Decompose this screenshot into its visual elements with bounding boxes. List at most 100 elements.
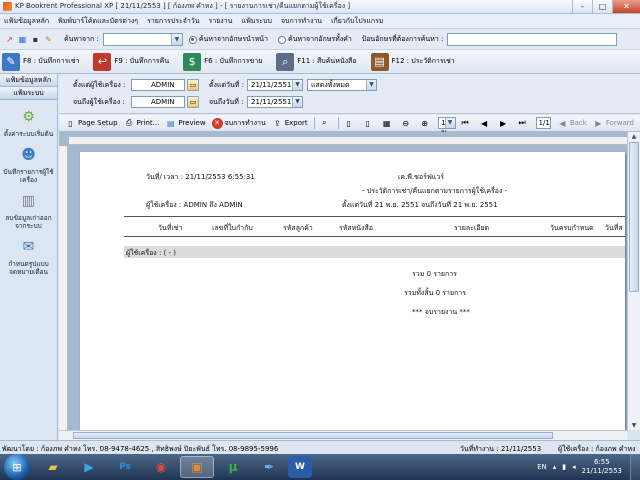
search-input-label: ป้อนอักษรที่ต้องการค้นหา :: [361, 35, 444, 43]
from-date-label: ตั้งแต่วันที่ :: [209, 81, 244, 89]
chevron-down-icon[interactable]: ▼: [444, 118, 455, 128]
printer-icon: ⎙: [125, 118, 133, 127]
sidebar-tab-master[interactable]: แฟ้มข้อมูลหลัก: [0, 74, 57, 87]
menu-exit[interactable]: จบการทำงาน: [281, 16, 322, 27]
chevron-down-icon[interactable]: ▼: [366, 80, 376, 90]
page-number-value: 1/1: [538, 119, 550, 127]
return-icon: ↩: [93, 52, 112, 71]
export-label: Export: [284, 119, 308, 127]
search-field-combo[interactable]: ▼: [102, 33, 183, 46]
hscroll-thumb[interactable]: [73, 432, 553, 439]
taskbar-chrome-icon[interactable]: ◉: [144, 456, 178, 478]
page-number-field[interactable]: 1/1: [535, 117, 551, 129]
f6-sale-button[interactable]: $ F6 : บันทึกการขาย: [183, 52, 262, 71]
sidebar-item-users[interactable]: ☻ บันทึกรายการผู้ใช้เครื่อง: [0, 144, 57, 184]
save-icon[interactable]: ▪: [30, 34, 41, 45]
from-user-field[interactable]: ADMIN: [131, 79, 185, 91]
clock[interactable]: 6:55 21/11/2553: [582, 458, 622, 476]
minimize-button[interactable]: –: [572, 0, 592, 13]
last-page-icon: ⏭: [518, 118, 526, 127]
radio-whole-word[interactable]: [278, 35, 287, 44]
find-button[interactable]: ⌕: [319, 118, 332, 129]
scroll-thumb[interactable]: [629, 142, 639, 292]
two-page-button[interactable]: ▯: [362, 118, 375, 129]
export-button[interactable]: ⇪ Export: [272, 118, 308, 129]
menu-about[interactable]: เกี่ยวกับโปรแกรม: [331, 16, 383, 27]
menu-master-files[interactable]: แฟ้มข้อมูลหลัก: [4, 16, 49, 27]
prev-page-icon: ◀: [480, 118, 488, 128]
taskbar-media-icon[interactable]: ▶: [72, 456, 106, 478]
chevron-down-icon[interactable]: ▼: [292, 97, 302, 107]
horizontal-scrollbar[interactable]: [59, 430, 627, 440]
magnifier-icon: ⌕: [276, 52, 295, 71]
vertical-scrollbar[interactable]: ▲ ▼: [627, 132, 640, 430]
scroll-up-icon[interactable]: ▲: [628, 132, 640, 141]
menu-daily[interactable]: รายการประจำวัน: [147, 16, 199, 27]
folder-icon[interactable]: ▭: [187, 79, 199, 91]
next-page-button[interactable]: ▶: [498, 118, 511, 129]
last-page-button[interactable]: ⏭: [517, 118, 530, 129]
sidebar-item-purge[interactable]: ▥ ลบข้อมูลเก่าออกจากระบบ: [0, 190, 57, 230]
show-desktop-button[interactable]: [630, 454, 640, 480]
page-setup-button[interactable]: ▯ Page Setup: [65, 118, 117, 129]
chevron-down-icon[interactable]: ▼: [170, 34, 182, 45]
folder-icon[interactable]: ▭: [187, 96, 199, 108]
zoom-out-button[interactable]: ⊖: [400, 118, 413, 129]
f9-return-button[interactable]: ↩ F9 : บันทึกการคืน: [93, 52, 169, 71]
rent-icon: ✎: [2, 52, 20, 71]
f8-rent-button[interactable]: ✎ F8 : บันทึกการเช่า: [2, 52, 79, 71]
menu-reports[interactable]: รายงาน: [209, 16, 233, 27]
report-user-range: ผู้ใช้เครื่อง : ADMIN ถึง ADMIN: [146, 201, 243, 209]
taskbar-bookrent-icon[interactable]: ▣: [180, 456, 214, 478]
sidebar-item-settings[interactable]: ⚙ ตั้งค่าระบบเริ่มต้น: [0, 106, 57, 138]
arrow-icon[interactable]: ↗: [4, 34, 15, 45]
users-icon: ☻: [21, 147, 36, 163]
multi-page-button[interactable]: ▦: [381, 118, 394, 129]
back-button[interactable]: ◀ Back: [557, 118, 587, 129]
scroll-down-icon[interactable]: ▼: [628, 421, 640, 430]
to-user-value: ADMIN: [151, 98, 175, 106]
chevron-down-icon[interactable]: ▼: [292, 80, 302, 90]
edit-icon[interactable]: ✎: [43, 34, 54, 45]
taskbar-utorrent-icon[interactable]: µ: [216, 456, 250, 478]
from-date-picker[interactable]: 21/11/2551 ▼: [247, 79, 303, 91]
preview-button[interactable]: ▤ Preview: [165, 118, 206, 129]
language-indicator[interactable]: EN: [537, 463, 547, 471]
zoom-combo[interactable]: 100 % ▼: [438, 117, 456, 137]
two-page-icon: ▯: [365, 118, 370, 128]
report-viewport[interactable]: วันที่/ เวลา : 21/11/2553 6:55:31 เค.พี.…: [59, 132, 627, 430]
to-user-field[interactable]: ADMIN: [131, 96, 185, 108]
first-page-button[interactable]: ⏮: [460, 118, 473, 129]
zoom-in-button[interactable]: ⊕: [419, 118, 432, 129]
system-tray: EN ▴ ▮ ◂ 6:55 21/11/2553: [537, 454, 640, 480]
network-icon[interactable]: ▮: [562, 463, 566, 471]
tray-arrow-icon[interactable]: ▴: [553, 463, 557, 471]
forward-button[interactable]: ▶ Forward: [593, 118, 634, 129]
show-filter-combo[interactable]: แสดงทั้งหมด ▼: [307, 79, 377, 91]
volume-icon[interactable]: ◂: [572, 463, 576, 471]
col-detail: รายละเอียด: [454, 224, 490, 232]
search-input[interactable]: [447, 33, 618, 46]
close-button[interactable]: ✕: [612, 0, 640, 13]
close-job-button[interactable]: ✕ จบการทำงาน: [211, 117, 266, 129]
to-date-picker[interactable]: 21/11/2551 ▼: [247, 96, 303, 108]
one-page-button[interactable]: ▯: [343, 118, 356, 129]
taskbar-photoshop-icon[interactable]: Ps: [108, 456, 142, 478]
print-button[interactable]: ⎙ Print...: [124, 118, 159, 129]
menu-system[interactable]: แฟ้มระบบ: [241, 16, 272, 27]
prev-page-button[interactable]: ◀: [479, 118, 492, 129]
f12-history-button[interactable]: ▤ F12 : ประวัติการเช่า: [370, 52, 455, 71]
sidebar-item-letter[interactable]: ✉ กำหนดรูปแบบจดหมายเตือน: [0, 236, 57, 276]
back-arrow-icon: ◀: [559, 118, 566, 128]
title-bar: KP Bookrent Professional XP [ 21/11/2553…: [0, 0, 640, 14]
radio-prefix[interactable]: [188, 35, 197, 44]
taskbar-word-icon[interactable]: W: [288, 456, 312, 478]
menu-print-barcodes[interactable]: พิมพ์บาร์โค้ดและบัตรต่างๆ: [58, 16, 138, 27]
taskbar-explorer-icon[interactable]: ▰: [36, 456, 70, 478]
f11-search-book-button[interactable]: ⌕ F11 : สืบค้นหนังสือ: [276, 52, 357, 71]
sidebar-tab-system[interactable]: แฟ้มระบบ: [0, 87, 57, 100]
maximize-button[interactable]: □: [592, 0, 612, 13]
windows-start-icon[interactable]: ⊞: [4, 454, 30, 480]
taskbar-quill-icon[interactable]: ✒: [252, 456, 286, 478]
calculator-icon[interactable]: ▦: [17, 34, 28, 45]
